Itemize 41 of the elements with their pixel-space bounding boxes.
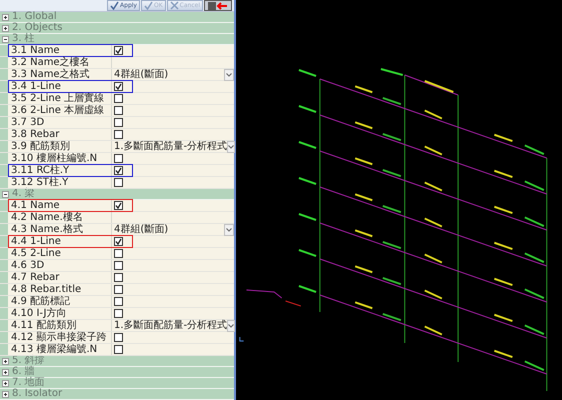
expand-toggle-icon[interactable] (2, 14, 9, 20)
checkbox[interactable] (114, 130, 123, 139)
checkbox[interactable] (114, 309, 123, 318)
category-label[interactable]: 2. Objects (12, 23, 62, 33)
checkbox[interactable] (114, 201, 123, 210)
exit-icon (207, 0, 229, 10)
exit-button[interactable] (204, 0, 232, 11)
expand-toggle-icon[interactable] (2, 190, 9, 198)
category-label[interactable]: 1. Global (12, 12, 57, 22)
checkbox[interactable] (114, 118, 123, 127)
dropdown-value[interactable]: 4群組(斷面) (114, 69, 224, 80)
expand-toggle-icon[interactable] (2, 36, 9, 42)
checkbox[interactable] (114, 285, 123, 294)
expand-toggle-icon[interactable] (2, 380, 9, 386)
checkbox[interactable] (114, 154, 123, 163)
category-label[interactable]: 6. 牆 (12, 367, 35, 377)
expand-toggle-icon[interactable] (2, 368, 9, 376)
axis-icon (239, 336, 244, 342)
checkbox[interactable] (114, 166, 123, 175)
checkbox[interactable] (114, 94, 123, 103)
check-icon (144, 1, 153, 10)
expand-toggle-icon[interactable] (2, 390, 9, 398)
checkbox[interactable] (114, 273, 123, 282)
checkbox[interactable] (114, 82, 123, 91)
expand-toggle-icon[interactable] (2, 358, 9, 364)
checkbox[interactable] (114, 297, 123, 306)
checkbox[interactable] (114, 333, 123, 342)
expand-toggle-icon[interactable] (2, 24, 9, 32)
checkbox[interactable] (114, 106, 123, 115)
apply-icon (110, 1, 120, 10)
checkbox[interactable] (114, 345, 123, 354)
dropdown-value[interactable]: 4群組(斷面) (114, 224, 224, 235)
category-label[interactable]: 7. 地面 (12, 378, 45, 388)
checkbox[interactable] (114, 261, 123, 270)
checkbox[interactable] (114, 249, 123, 258)
checkbox[interactable] (114, 237, 123, 246)
checkbox[interactable] (114, 178, 123, 187)
cross-icon (170, 1, 179, 10)
category-label[interactable]: 3. 柱 (12, 34, 35, 44)
checkbox[interactable] (114, 46, 123, 55)
category-label[interactable]: 8. Isolator (12, 389, 62, 399)
